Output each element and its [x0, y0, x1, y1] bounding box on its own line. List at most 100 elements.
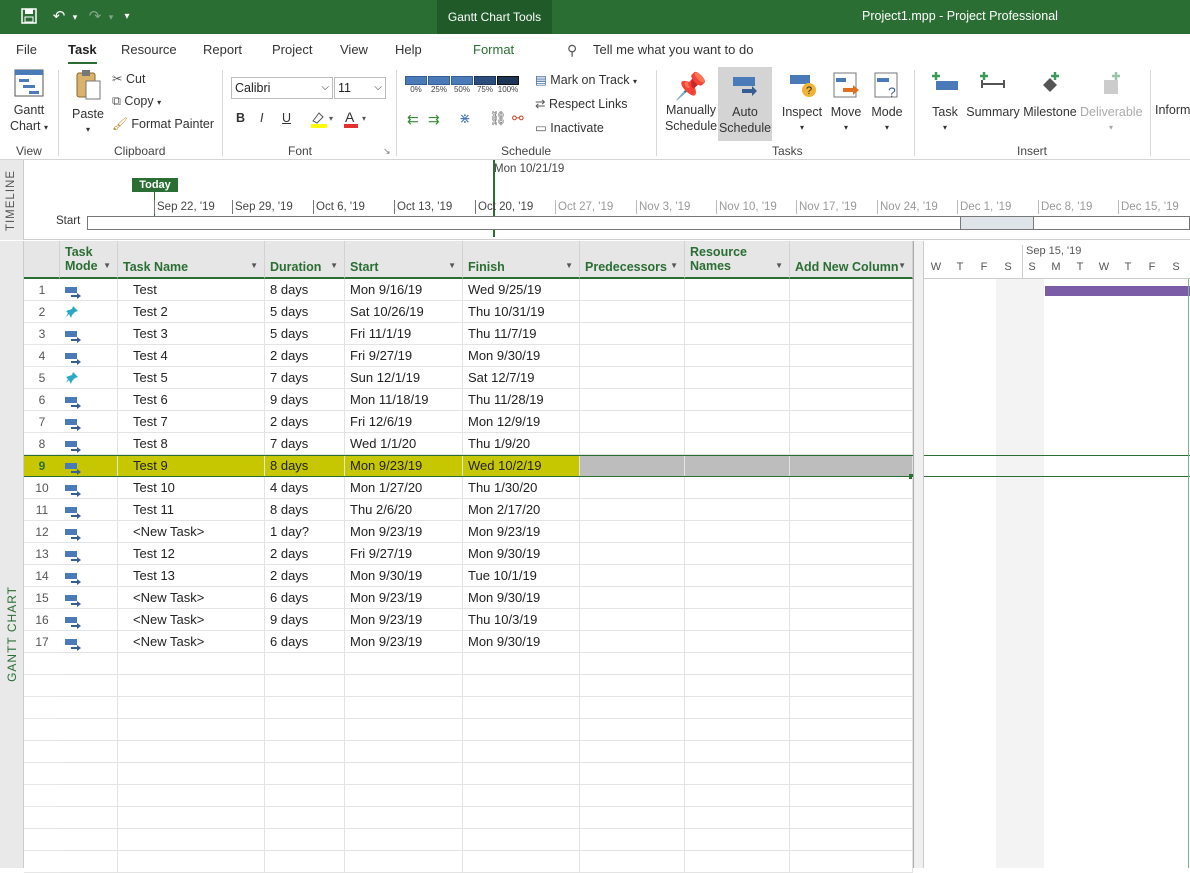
font-family-select[interactable]: Calibri ⌵ — [231, 77, 333, 99]
add-column-cell[interactable] — [790, 807, 913, 829]
add-column-cell[interactable] — [790, 631, 913, 653]
start-cell[interactable]: Mon 9/23/19 — [345, 587, 463, 609]
add-column-cell[interactable] — [790, 411, 913, 433]
start-cell[interactable] — [345, 763, 463, 785]
tab-view[interactable]: View — [340, 42, 368, 57]
finish-cell[interactable] — [463, 807, 580, 829]
finish-cell[interactable]: Thu 10/3/19 — [463, 609, 580, 631]
add-column-cell[interactable] — [790, 499, 913, 521]
link-tasks-icon[interactable]: ⛓ — [489, 110, 507, 127]
predecessors-cell[interactable] — [580, 631, 685, 653]
predecessors-cell[interactable] — [580, 411, 685, 433]
start-cell[interactable] — [345, 719, 463, 741]
tell-me-box[interactable]: Tell me what you want to do — [593, 42, 753, 57]
pane-splitter[interactable] — [913, 241, 924, 868]
duration-cell[interactable]: 6 days — [265, 587, 345, 609]
add-column-cell[interactable] — [790, 543, 913, 565]
task-mode-cell[interactable] — [60, 851, 118, 873]
resource-names-cell[interactable] — [685, 499, 790, 521]
add-column-cell[interactable] — [790, 279, 913, 301]
resource-names-cell[interactable] — [685, 367, 790, 389]
task-mode-cell[interactable] — [60, 741, 118, 763]
task-name-cell[interactable]: Test 7 — [118, 411, 265, 433]
gantt-chart-area[interactable] — [924, 279, 1190, 868]
task-mode-cell[interactable] — [60, 323, 118, 345]
finish-cell[interactable]: Thu 1/9/20 — [463, 433, 580, 455]
task-name-cell[interactable]: Test 3 — [118, 323, 265, 345]
task-name-cell[interactable]: Test 12 — [118, 543, 265, 565]
pct-100-button[interactable]: 100% — [497, 76, 519, 94]
duration-cell[interactable] — [265, 785, 345, 807]
add-column-cell[interactable] — [790, 829, 913, 851]
start-cell[interactable]: Fri 11/1/19 — [345, 323, 463, 345]
task-mode-cell[interactable] — [60, 609, 118, 631]
task-mode-cell[interactable] — [60, 675, 118, 697]
resource-names-cell[interactable] — [685, 279, 790, 301]
finish-cell[interactable] — [463, 697, 580, 719]
column-header-add-new-column[interactable]: Add New Column ▼ — [790, 241, 913, 279]
italic-button[interactable]: I — [260, 111, 263, 125]
duration-cell[interactable]: 9 days — [265, 389, 345, 411]
duration-cell[interactable]: 9 days — [265, 609, 345, 631]
duration-cell[interactable] — [265, 741, 345, 763]
split-task-icon[interactable]: ⋇ — [459, 110, 471, 127]
mode-button[interactable]: ? Mode ▾ — [868, 70, 906, 136]
finish-cell[interactable] — [463, 653, 580, 675]
add-column-cell[interactable] — [790, 521, 913, 543]
tab-file[interactable]: File — [16, 42, 37, 57]
predecessors-cell[interactable] — [580, 807, 685, 829]
add-column-cell[interactable] — [790, 763, 913, 785]
chevron-down-icon[interactable]: ▼ — [250, 259, 258, 273]
task-mode-cell[interactable] — [60, 719, 118, 741]
finish-cell[interactable]: Mon 12/9/19 — [463, 411, 580, 433]
format-painter-button[interactable]: 🖌 Format Painter — [112, 117, 214, 132]
duration-cell[interactable] — [265, 763, 345, 785]
task-name-cell[interactable]: Test 9 — [118, 455, 265, 477]
task-name-cell[interactable]: Test 2 — [118, 301, 265, 323]
duration-cell[interactable] — [265, 719, 345, 741]
duration-cell[interactable]: 7 days — [265, 367, 345, 389]
pct-25-button[interactable]: 25% — [428, 76, 450, 94]
row-number[interactable]: 14 — [24, 565, 60, 587]
resource-names-cell[interactable] — [685, 301, 790, 323]
resource-names-cell[interactable] — [685, 785, 790, 807]
task-name-cell[interactable]: Test 5 — [118, 367, 265, 389]
column-header-finish[interactable]: Finish ▼ — [463, 241, 580, 279]
start-cell[interactable]: Mon 9/23/19 — [345, 631, 463, 653]
add-column-cell[interactable] — [790, 389, 913, 411]
predecessors-cell[interactable] — [580, 477, 685, 499]
row-number[interactable]: 4 — [24, 345, 60, 367]
customize-qat-icon[interactable]: ▾ — [118, 8, 136, 26]
resource-names-cell[interactable] — [685, 609, 790, 631]
task-mode-cell[interactable] — [60, 543, 118, 565]
row-number[interactable]: 11 — [24, 499, 60, 521]
start-cell[interactable]: Mon 9/23/19 — [345, 521, 463, 543]
resource-names-cell[interactable] — [685, 675, 790, 697]
add-column-cell[interactable] — [790, 653, 913, 675]
row-number[interactable]: 7 — [24, 411, 60, 433]
chevron-down-icon[interactable]: ▼ — [103, 259, 111, 273]
predecessors-cell[interactable] — [580, 345, 685, 367]
resource-names-cell[interactable] — [685, 653, 790, 675]
row-number[interactable]: 10 — [24, 477, 60, 499]
predecessors-cell[interactable] — [580, 719, 685, 741]
finish-cell[interactable]: Thu 11/7/19 — [463, 323, 580, 345]
start-cell[interactable] — [345, 675, 463, 697]
duration-cell[interactable] — [265, 653, 345, 675]
pct-50-button[interactable]: 50% — [451, 76, 473, 94]
resource-names-cell[interactable] — [685, 389, 790, 411]
dialog-launcher-icon[interactable]: ↘ — [383, 146, 391, 157]
add-column-cell[interactable] — [790, 323, 913, 345]
unlink-tasks-icon[interactable]: ⚯ — [512, 110, 524, 127]
insert-summary-button[interactable]: Summary — [966, 70, 1020, 120]
finish-cell[interactable] — [463, 675, 580, 697]
pct-0-button[interactable]: 0% — [405, 76, 427, 94]
chevron-down-icon[interactable]: ▼ — [775, 259, 783, 273]
finish-cell[interactable] — [463, 829, 580, 851]
task-name-cell[interactable]: <New Task> — [118, 521, 265, 543]
predecessors-cell[interactable] — [580, 785, 685, 807]
tab-help[interactable]: Help — [395, 42, 422, 57]
resource-names-cell[interactable] — [685, 455, 790, 477]
resource-names-cell[interactable] — [685, 543, 790, 565]
row-number[interactable]: 3 — [24, 323, 60, 345]
